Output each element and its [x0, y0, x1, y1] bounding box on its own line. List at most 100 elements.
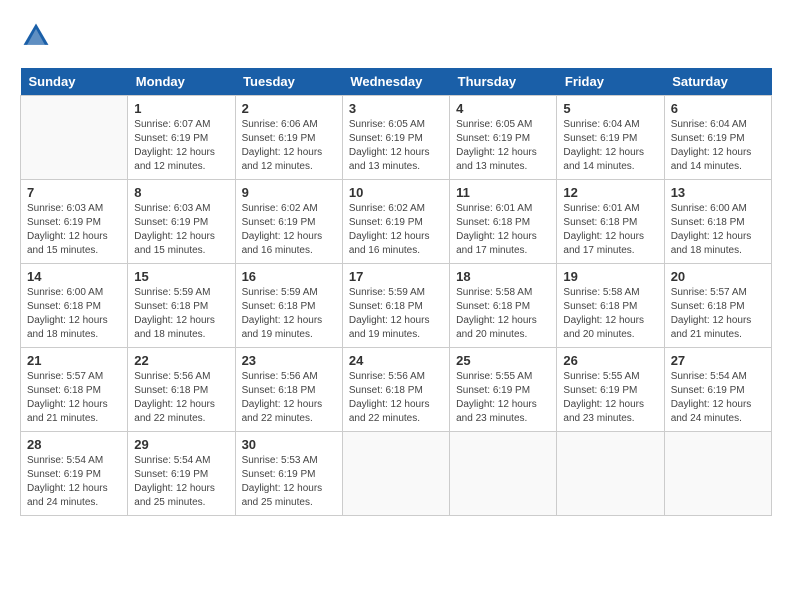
calendar-cell: 27 Sunrise: 5:54 AMSunset: 6:19 PMDaylig… — [664, 348, 771, 432]
day-number: 17 — [349, 269, 443, 284]
calendar-cell: 28 Sunrise: 5:54 AMSunset: 6:19 PMDaylig… — [21, 432, 128, 516]
calendar-cell: 30 Sunrise: 5:53 AMSunset: 6:19 PMDaylig… — [235, 432, 342, 516]
day-number: 7 — [27, 185, 121, 200]
week-row-1: 1 Sunrise: 6:07 AMSunset: 6:19 PMDayligh… — [21, 96, 772, 180]
day-number: 2 — [242, 101, 336, 116]
day-number: 13 — [671, 185, 765, 200]
cell-info: Sunrise: 6:04 AMSunset: 6:19 PMDaylight:… — [563, 118, 657, 174]
calendar-cell: 22 Sunrise: 5:56 AMSunset: 6:18 PMDaylig… — [128, 348, 235, 432]
calendar-cell: 21 Sunrise: 5:57 AMSunset: 6:18 PMDaylig… — [21, 348, 128, 432]
calendar-cell: 2 Sunrise: 6:06 AMSunset: 6:19 PMDayligh… — [235, 96, 342, 180]
calendar-cell: 14 Sunrise: 6:00 AMSunset: 6:18 PMDaylig… — [21, 264, 128, 348]
day-number: 20 — [671, 269, 765, 284]
day-number: 27 — [671, 353, 765, 368]
day-number: 25 — [456, 353, 550, 368]
cell-info: Sunrise: 5:59 AMSunset: 6:18 PMDaylight:… — [349, 286, 443, 342]
cell-info: Sunrise: 6:05 AMSunset: 6:19 PMDaylight:… — [456, 118, 550, 174]
col-header-saturday: Saturday — [664, 68, 771, 96]
day-number: 23 — [242, 353, 336, 368]
calendar-cell: 4 Sunrise: 6:05 AMSunset: 6:19 PMDayligh… — [450, 96, 557, 180]
day-number: 29 — [134, 437, 228, 452]
calendar-table: SundayMondayTuesdayWednesdayThursdayFrid… — [20, 68, 772, 516]
calendar-cell: 23 Sunrise: 5:56 AMSunset: 6:18 PMDaylig… — [235, 348, 342, 432]
cell-info: Sunrise: 5:56 AMSunset: 6:18 PMDaylight:… — [134, 370, 228, 426]
col-header-sunday: Sunday — [21, 68, 128, 96]
calendar-header: SundayMondayTuesdayWednesdayThursdayFrid… — [21, 68, 772, 96]
week-row-2: 7 Sunrise: 6:03 AMSunset: 6:19 PMDayligh… — [21, 180, 772, 264]
cell-info: Sunrise: 6:05 AMSunset: 6:19 PMDaylight:… — [349, 118, 443, 174]
day-number: 26 — [563, 353, 657, 368]
cell-info: Sunrise: 6:02 AMSunset: 6:19 PMDaylight:… — [242, 202, 336, 258]
cell-info: Sunrise: 6:03 AMSunset: 6:19 PMDaylight:… — [27, 202, 121, 258]
day-number: 9 — [242, 185, 336, 200]
calendar-cell: 17 Sunrise: 5:59 AMSunset: 6:18 PMDaylig… — [342, 264, 449, 348]
calendar-cell: 10 Sunrise: 6:02 AMSunset: 6:19 PMDaylig… — [342, 180, 449, 264]
calendar-cell: 13 Sunrise: 6:00 AMSunset: 6:18 PMDaylig… — [664, 180, 771, 264]
cell-info: Sunrise: 6:06 AMSunset: 6:19 PMDaylight:… — [242, 118, 336, 174]
cell-info: Sunrise: 6:02 AMSunset: 6:19 PMDaylight:… — [349, 202, 443, 258]
day-number: 22 — [134, 353, 228, 368]
cell-info: Sunrise: 5:56 AMSunset: 6:18 PMDaylight:… — [349, 370, 443, 426]
calendar-cell: 11 Sunrise: 6:01 AMSunset: 6:18 PMDaylig… — [450, 180, 557, 264]
week-row-4: 21 Sunrise: 5:57 AMSunset: 6:18 PMDaylig… — [21, 348, 772, 432]
calendar-cell: 15 Sunrise: 5:59 AMSunset: 6:18 PMDaylig… — [128, 264, 235, 348]
calendar-cell — [21, 96, 128, 180]
day-number: 11 — [456, 185, 550, 200]
cell-info: Sunrise: 5:56 AMSunset: 6:18 PMDaylight:… — [242, 370, 336, 426]
day-number: 28 — [27, 437, 121, 452]
calendar-cell — [557, 432, 664, 516]
calendar-cell: 19 Sunrise: 5:58 AMSunset: 6:18 PMDaylig… — [557, 264, 664, 348]
calendar-cell: 12 Sunrise: 6:01 AMSunset: 6:18 PMDaylig… — [557, 180, 664, 264]
logo — [20, 20, 58, 52]
calendar-cell: 16 Sunrise: 5:59 AMSunset: 6:18 PMDaylig… — [235, 264, 342, 348]
calendar-cell: 25 Sunrise: 5:55 AMSunset: 6:19 PMDaylig… — [450, 348, 557, 432]
cell-info: Sunrise: 6:07 AMSunset: 6:19 PMDaylight:… — [134, 118, 228, 174]
day-number: 19 — [563, 269, 657, 284]
cell-info: Sunrise: 5:54 AMSunset: 6:19 PMDaylight:… — [27, 454, 121, 510]
cell-info: Sunrise: 6:01 AMSunset: 6:18 PMDaylight:… — [563, 202, 657, 258]
day-number: 21 — [27, 353, 121, 368]
calendar-cell: 3 Sunrise: 6:05 AMSunset: 6:19 PMDayligh… — [342, 96, 449, 180]
calendar-cell: 8 Sunrise: 6:03 AMSunset: 6:19 PMDayligh… — [128, 180, 235, 264]
calendar-cell: 26 Sunrise: 5:55 AMSunset: 6:19 PMDaylig… — [557, 348, 664, 432]
day-number: 12 — [563, 185, 657, 200]
cell-info: Sunrise: 5:54 AMSunset: 6:19 PMDaylight:… — [134, 454, 228, 510]
calendar-cell: 5 Sunrise: 6:04 AMSunset: 6:19 PMDayligh… — [557, 96, 664, 180]
calendar-cell: 18 Sunrise: 5:58 AMSunset: 6:18 PMDaylig… — [450, 264, 557, 348]
calendar-cell: 20 Sunrise: 5:57 AMSunset: 6:18 PMDaylig… — [664, 264, 771, 348]
week-row-5: 28 Sunrise: 5:54 AMSunset: 6:19 PMDaylig… — [21, 432, 772, 516]
cell-info: Sunrise: 5:54 AMSunset: 6:19 PMDaylight:… — [671, 370, 765, 426]
cell-info: Sunrise: 5:59 AMSunset: 6:18 PMDaylight:… — [134, 286, 228, 342]
logo-icon — [20, 20, 52, 52]
day-number: 5 — [563, 101, 657, 116]
cell-info: Sunrise: 5:55 AMSunset: 6:19 PMDaylight:… — [456, 370, 550, 426]
calendar-cell — [664, 432, 771, 516]
cell-info: Sunrise: 5:53 AMSunset: 6:19 PMDaylight:… — [242, 454, 336, 510]
calendar-cell: 1 Sunrise: 6:07 AMSunset: 6:19 PMDayligh… — [128, 96, 235, 180]
cell-info: Sunrise: 5:57 AMSunset: 6:18 PMDaylight:… — [671, 286, 765, 342]
cell-info: Sunrise: 6:01 AMSunset: 6:18 PMDaylight:… — [456, 202, 550, 258]
calendar-cell: 9 Sunrise: 6:02 AMSunset: 6:19 PMDayligh… — [235, 180, 342, 264]
page-header — [20, 20, 772, 52]
day-number: 16 — [242, 269, 336, 284]
col-header-wednesday: Wednesday — [342, 68, 449, 96]
day-number: 3 — [349, 101, 443, 116]
day-number: 6 — [671, 101, 765, 116]
day-number: 18 — [456, 269, 550, 284]
cell-info: Sunrise: 6:00 AMSunset: 6:18 PMDaylight:… — [671, 202, 765, 258]
calendar-cell: 24 Sunrise: 5:56 AMSunset: 6:18 PMDaylig… — [342, 348, 449, 432]
calendar-cell — [342, 432, 449, 516]
cell-info: Sunrise: 6:04 AMSunset: 6:19 PMDaylight:… — [671, 118, 765, 174]
day-number: 30 — [242, 437, 336, 452]
calendar-cell: 29 Sunrise: 5:54 AMSunset: 6:19 PMDaylig… — [128, 432, 235, 516]
day-number: 24 — [349, 353, 443, 368]
calendar-cell: 6 Sunrise: 6:04 AMSunset: 6:19 PMDayligh… — [664, 96, 771, 180]
cell-info: Sunrise: 5:59 AMSunset: 6:18 PMDaylight:… — [242, 286, 336, 342]
cell-info: Sunrise: 5:58 AMSunset: 6:18 PMDaylight:… — [456, 286, 550, 342]
week-row-3: 14 Sunrise: 6:00 AMSunset: 6:18 PMDaylig… — [21, 264, 772, 348]
cell-info: Sunrise: 5:55 AMSunset: 6:19 PMDaylight:… — [563, 370, 657, 426]
calendar-cell — [450, 432, 557, 516]
calendar-cell: 7 Sunrise: 6:03 AMSunset: 6:19 PMDayligh… — [21, 180, 128, 264]
day-number: 1 — [134, 101, 228, 116]
col-header-monday: Monday — [128, 68, 235, 96]
